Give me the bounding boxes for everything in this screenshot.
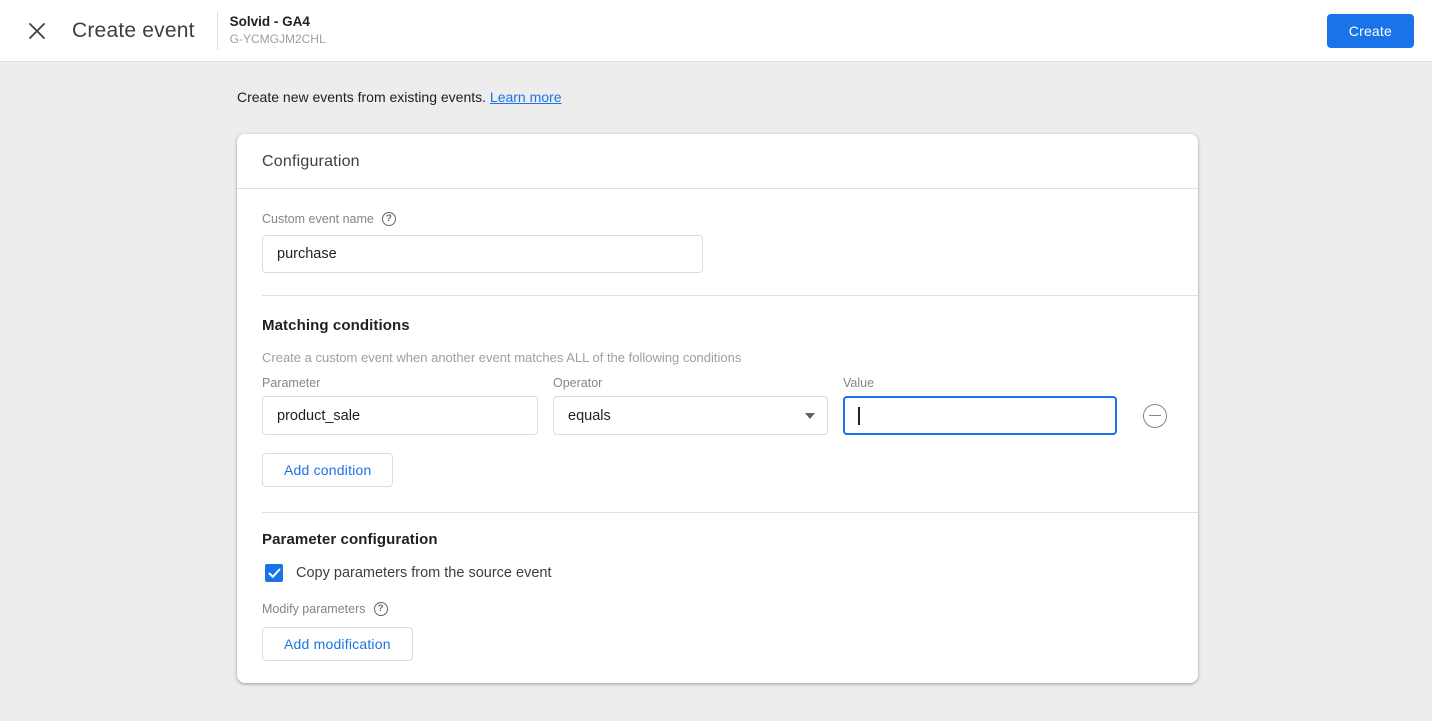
header-divider xyxy=(216,11,218,50)
operator-selected-value: equals xyxy=(568,407,611,424)
help-icon[interactable]: ? xyxy=(381,212,396,226)
condition-row: equals xyxy=(262,396,1173,435)
custom-event-section: Custom event name ? xyxy=(237,189,1198,295)
intro-sentence: Create new events from existing events. xyxy=(237,89,487,105)
text-caret xyxy=(858,406,860,425)
add-condition-button[interactable]: Add condition xyxy=(262,453,394,487)
copy-parameters-row: Copy parameters from the source event xyxy=(262,564,1173,582)
main-content: Create new events from existing events. … xyxy=(0,89,1432,683)
chevron-down-icon xyxy=(805,412,815,419)
parameter-input[interactable] xyxy=(262,396,538,435)
matching-conditions-section: Matching conditions Create a custom even… xyxy=(237,296,1198,512)
custom-event-name-label: Custom event name ? xyxy=(262,212,1173,226)
value-column-label: Value xyxy=(843,376,875,390)
learn-more-link[interactable]: Learn more xyxy=(490,89,562,105)
close-icon[interactable] xyxy=(24,18,50,44)
parameter-configuration-title: Parameter configuration xyxy=(262,531,438,548)
help-icon[interactable]: ? xyxy=(373,602,388,616)
parameter-column-label: Parameter xyxy=(262,376,321,390)
copy-parameters-label: Copy parameters from the source event xyxy=(296,565,552,581)
modify-parameters-label: Modify parameters ? xyxy=(262,602,1173,616)
operator-select[interactable]: equals xyxy=(553,396,828,435)
matching-conditions-description: Create a custom event when another event… xyxy=(262,350,742,365)
configuration-card: Configuration Custom event name ? Matchi… xyxy=(237,134,1198,683)
matching-conditions-title: Matching conditions xyxy=(262,317,410,334)
custom-event-name-input[interactable] xyxy=(262,235,703,273)
add-modification-button[interactable]: Add modification xyxy=(262,627,413,661)
value-input[interactable] xyxy=(843,396,1117,435)
card-title: Configuration xyxy=(262,153,360,170)
intro-text: Create new events from existing events. … xyxy=(237,89,1432,105)
property-name: Solvid - GA4 xyxy=(229,13,310,29)
top-bar: Create event Solvid - GA4 G-YCMGJM2CHL C… xyxy=(0,0,1432,62)
create-button[interactable]: Create xyxy=(1326,13,1414,48)
parameter-configuration-section: Parameter configuration Copy parameters … xyxy=(237,513,1198,683)
remove-condition-icon[interactable] xyxy=(1143,403,1167,428)
operator-column-label: Operator xyxy=(553,376,603,390)
property-id: G-YCMGJM2CHL xyxy=(229,32,326,47)
page-title: Create event xyxy=(72,18,195,42)
property-selector: Solvid - GA4 G-YCMGJM2CHL xyxy=(230,14,326,48)
copy-parameters-checkbox[interactable] xyxy=(265,564,283,582)
condition-column-labels: Parameter Operator Value xyxy=(262,376,1173,390)
card-header: Configuration xyxy=(237,134,1198,189)
